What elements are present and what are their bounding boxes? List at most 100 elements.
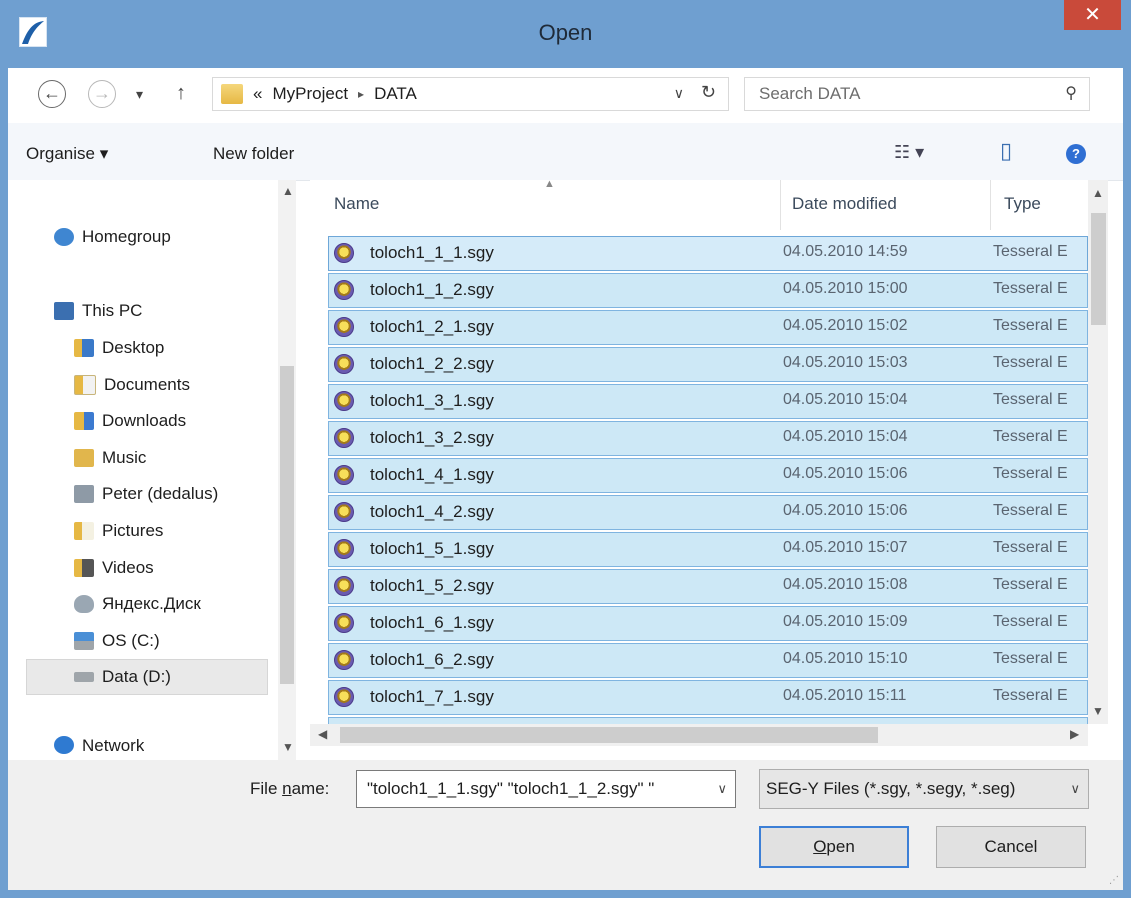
search-icon[interactable]: ⚲: [1065, 83, 1077, 103]
sidebar-item-desktop[interactable]: Desktop: [74, 331, 164, 365]
sidebar-item-documents[interactable]: Documents: [74, 368, 190, 402]
chevron-right-icon[interactable]: ▸: [358, 87, 364, 101]
view-options-icon[interactable]: ☷ ▾: [894, 142, 924, 163]
back-button[interactable]: ←: [38, 80, 66, 108]
search-input[interactable]: Search DATA ⚲: [744, 77, 1090, 111]
sidebar-item-label: Videos: [102, 558, 154, 577]
scroll-down-icon[interactable]: ▼: [282, 740, 294, 754]
computer-icon: [54, 302, 74, 320]
file-name-cell: toloch1_7_1.sgy: [370, 687, 494, 706]
table-row[interactable]: toloch1_4_1.sgy 04.05.2010 15:06 Tesseral …: [328, 458, 1088, 493]
table-row[interactable]: toloch1_7_2.sgy04.05.2010 15:12Tesseral …: [328, 717, 1088, 724]
table-row[interactable]: toloch1_7_1.sgy 04.05.2010 15:11 Tesseral …: [328, 680, 1088, 715]
file-name-value[interactable]: "toloch1_1_1.sgy" "toloch1_1_2.sgy" ": [367, 779, 707, 799]
breadcrumb-overflow[interactable]: «: [253, 84, 262, 104]
column-divider[interactable]: [990, 180, 991, 230]
file-list: ▲ Name Date modified Type toloch1_1_1.sg…: [310, 178, 1108, 760]
address-bar[interactable]: « MyProject ▸ DATA ∨ ↻: [212, 77, 729, 111]
file-name-cell: toloch1_6_2.sgy: [370, 650, 494, 669]
file-type-select[interactable]: SEG-Y Files (*.sgy, *.segy, *.seg) ∨: [759, 769, 1089, 809]
table-row[interactable]: toloch1_6_1.sgy 04.05.2010 15:09 Tesseral …: [328, 606, 1088, 641]
label-part: ame:: [291, 779, 330, 798]
table-row[interactable]: toloch1_5_2.sgy 04.05.2010 15:08 Tesseral …: [328, 569, 1088, 604]
table-row[interactable]: toloch1_1_1.sgy 04.05.2010 14:59 Tesseral …: [328, 236, 1088, 271]
breadcrumb: « MyProject ▸ DATA: [253, 84, 417, 104]
preview-pane-icon[interactable]: ▯: [1000, 138, 1012, 164]
sidebar-item-data-d[interactable]: Data (D:): [74, 660, 171, 694]
forward-button[interactable]: →: [88, 80, 116, 108]
desktop-folder-icon: [74, 339, 94, 357]
refresh-icon[interactable]: ↻: [701, 82, 716, 103]
sidebar-item-music[interactable]: Music: [74, 441, 146, 475]
scroll-down-icon[interactable]: ▼: [1092, 704, 1104, 718]
file-type-cell: Tesseral E: [993, 465, 1068, 482]
recent-locations-dropdown[interactable]: ▾: [136, 86, 143, 103]
chevron-down-icon[interactable]: ∨: [1070, 781, 1080, 797]
sidebar-scrollbar-thumb[interactable]: [280, 366, 294, 684]
date-modified-cell: 04.05.2010 15:03: [783, 354, 908, 371]
sidebar-item-peter-dedalus[interactable]: Peter (dedalus): [74, 477, 218, 511]
table-row[interactable]: toloch1_2_2.sgy 04.05.2010 15:03 Tesseral …: [328, 347, 1088, 382]
date-modified-cell: 04.05.2010 15:09: [783, 613, 908, 630]
vertical-scrollbar-thumb[interactable]: [1091, 213, 1106, 325]
breadcrumb-data[interactable]: DATA: [374, 84, 417, 104]
scroll-up-icon[interactable]: ▲: [282, 184, 294, 198]
organise-button[interactable]: Organise ▾: [26, 144, 108, 164]
table-row[interactable]: toloch1_2_1.sgy 04.05.2010 15:02 Tesseral …: [328, 310, 1088, 345]
file-name-label: File name:: [250, 779, 329, 799]
up-button[interactable]: ↑: [176, 82, 186, 105]
sidebar-item-os-c[interactable]: OS (C:): [74, 624, 160, 658]
file-name-field[interactable]: "toloch1_1_1.sgy" "toloch1_1_2.sgy" " ∨: [356, 770, 736, 808]
sidebar-item-label: OS (C:): [102, 631, 160, 650]
sidebar-item-homegroup[interactable]: Homegroup: [54, 220, 171, 254]
sidebar-item-label: Music: [102, 448, 147, 467]
column-date-modified[interactable]: Date modified: [792, 194, 897, 214]
table-row[interactable]: toloch1_6_2.sgy 04.05.2010 15:10 Tesseral …: [328, 643, 1088, 678]
scroll-right-icon[interactable]: ▶: [1070, 727, 1079, 741]
file-name-cell: toloch1_5_1.sgy: [370, 539, 494, 558]
navigation-pane: Homegroup This PC Desktop Documents Down…: [8, 180, 296, 760]
cancel-button[interactable]: Cancel: [936, 826, 1086, 868]
column-name[interactable]: Name: [334, 194, 379, 214]
table-row[interactable]: toloch1_4_2.sgy 04.05.2010 15:06 Tesseral …: [328, 495, 1088, 530]
sidebar-item-downloads[interactable]: Downloads: [74, 404, 186, 438]
horizontal-scrollbar-thumb[interactable]: [340, 727, 878, 743]
sort-ascending-icon: ▲: [544, 178, 555, 190]
new-folder-button[interactable]: New folder: [213, 144, 294, 164]
sidebar-item-pictures[interactable]: Pictures: [74, 514, 163, 548]
sidebar-item-this-pc[interactable]: This PC: [54, 294, 142, 328]
date-modified-cell: 04.05.2010 14:59: [783, 243, 908, 260]
breadcrumb-myproject[interactable]: MyProject: [272, 84, 348, 104]
table-row[interactable]: toloch1_3_1.sgy 04.05.2010 15:04 Tesseral …: [328, 384, 1088, 419]
date-modified-cell: 04.05.2010 15:06: [783, 465, 908, 482]
file-name-cell: toloch1_3_1.sgy: [370, 391, 494, 410]
sidebar-item-network[interactable]: Network: [54, 736, 144, 760]
file-type-cell: Tesseral E: [993, 539, 1068, 556]
address-dropdown-icon[interactable]: ∨: [674, 85, 684, 102]
sidebar-item-yandex-disk[interactable]: Яндекс.Диск: [74, 587, 201, 621]
table-row[interactable]: toloch1_1_2.sgy 04.05.2010 15:00 Tesseral …: [328, 273, 1088, 308]
file-type-cell: Tesseral E: [993, 391, 1068, 408]
help-icon[interactable]: ?: [1066, 144, 1086, 164]
close-button[interactable]: ✕: [1064, 0, 1121, 30]
segy-file-icon: [334, 576, 354, 596]
chevron-down-icon[interactable]: ∨: [717, 781, 727, 797]
resize-grip-icon[interactable]: ⋰: [1109, 875, 1119, 886]
segy-file-icon: [334, 539, 354, 559]
scroll-up-icon[interactable]: ▲: [1092, 186, 1104, 200]
scroll-left-icon[interactable]: ◀: [318, 727, 327, 741]
column-divider[interactable]: [780, 180, 781, 230]
os-drive-icon: [74, 632, 94, 650]
network-drive-icon: [74, 485, 94, 503]
sidebar-item-videos[interactable]: Videos: [74, 551, 154, 585]
date-modified-cell: 04.05.2010 15:00: [783, 280, 908, 297]
sidebar-item-label: Яндекс.Диск: [102, 594, 201, 613]
title-bar[interactable]: Open ✕: [0, 0, 1131, 68]
file-name-cell: toloch1_2_2.sgy: [370, 354, 494, 373]
window-title: Open: [538, 20, 593, 45]
table-row[interactable]: toloch1_3_2.sgy 04.05.2010 15:04 Tesseral …: [328, 421, 1088, 456]
open-button[interactable]: Open: [759, 826, 909, 868]
column-type[interactable]: Type: [1004, 194, 1041, 214]
table-row[interactable]: toloch1_5_1.sgy 04.05.2010 15:07 Tesseral …: [328, 532, 1088, 567]
file-type-cell: Tesseral E: [993, 613, 1068, 630]
